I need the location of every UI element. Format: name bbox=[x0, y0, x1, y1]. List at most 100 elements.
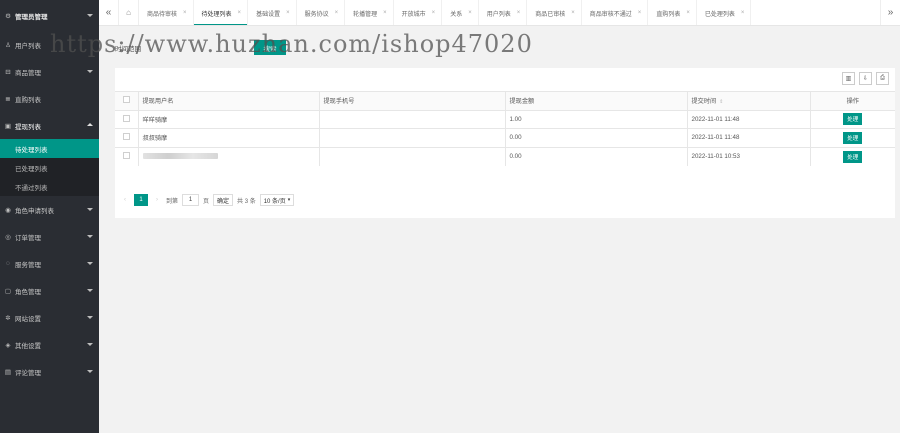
header-submit-time-label: 提交时间 bbox=[691, 98, 717, 106]
tab-9[interactable]: 商品审核不通过 × bbox=[582, 0, 649, 25]
check-circle-icon: ◉ bbox=[5, 206, 11, 214]
row-checkbox[interactable] bbox=[123, 152, 130, 159]
row-checkbox-cell bbox=[115, 109, 139, 129]
table-row: 叔叔骑摩 0.00 2022-11-01 11:48 处理 bbox=[115, 128, 895, 147]
print-icon[interactable]: ⎙ bbox=[876, 72, 889, 85]
sidebar-item-other-settings[interactable]: ◈ 其他设置 bbox=[0, 331, 99, 358]
table-row: 咩咩骑摩 1.00 2022-11-01 11:48 处理 bbox=[115, 109, 895, 129]
sidebar-item-comments[interactable]: ▤ 评论管理 bbox=[0, 358, 99, 385]
select-all-checkbox[interactable] bbox=[123, 96, 130, 104]
tab-label: 轮播管理 bbox=[353, 11, 378, 18]
gear-icon: ⚙ bbox=[5, 12, 11, 20]
cell-username: 咩咩骑摩 bbox=[138, 109, 320, 129]
sort-icon[interactable]: ⇕ bbox=[719, 99, 723, 105]
sidebar-subitem-pending[interactable]: 待处理列表 bbox=[0, 139, 99, 158]
prev-page-icon[interactable]: ‹ bbox=[120, 197, 130, 203]
tab-11[interactable]: 已处理列表 × bbox=[697, 0, 752, 25]
export-icon[interactable]: ⇩ bbox=[859, 72, 872, 85]
sidebar-subitem-rejected[interactable]: 不通过列表 bbox=[0, 177, 99, 196]
tab-4[interactable]: 轮播管理 × bbox=[345, 0, 394, 25]
cell-submit-time: 2022-11-01 11:48 bbox=[687, 109, 811, 129]
sidebar: ⚙ 管理员管理 ♙ 用户列表 ⊟ 商品管理 ≣ 直购列表 ▣ 提现列表 待处理列… bbox=[0, 0, 99, 433]
tab-label: 用户列表 bbox=[486, 11, 511, 18]
tabs: 商品待审核 × 待处理列表 × 基础设置 × 服务协议 × 轮播管理 × 开放城市 × 关系 × 用户列表 ×… bbox=[139, 0, 880, 25]
close-icon[interactable]: × bbox=[335, 10, 339, 16]
header-action: 操作 bbox=[810, 91, 895, 110]
cell-phone bbox=[319, 109, 506, 129]
tab-label: 服务协议 bbox=[304, 11, 329, 18]
header-amount: 提现金额 bbox=[505, 91, 688, 110]
scroll-left-icon[interactable]: « bbox=[99, 0, 119, 25]
process-button[interactable]: 处理 bbox=[843, 150, 863, 163]
tab-0[interactable]: 商品待审核 × bbox=[139, 0, 194, 25]
chevron-down-icon: ▾ bbox=[287, 197, 291, 203]
sidebar-item-label: 网站设置 bbox=[15, 315, 41, 323]
table-toolbar: ▥ ⇩ ⎙ bbox=[842, 72, 889, 85]
row-checkbox[interactable] bbox=[123, 133, 130, 141]
tab-10[interactable]: 直购列表 × bbox=[648, 0, 697, 25]
tab-2[interactable]: 基础设置 × bbox=[248, 0, 297, 25]
cart-icon: ⊟ bbox=[5, 68, 11, 76]
header-phone: 提现手机号 bbox=[319, 91, 506, 110]
process-button[interactable]: 处理 bbox=[843, 131, 863, 144]
sidebar-item-label: 用户列表 bbox=[15, 42, 41, 50]
comment-icon: ▤ bbox=[4, 368, 12, 376]
tab-label: 直购列表 bbox=[656, 11, 681, 18]
sidebar-item-withdraw[interactable]: ▣ 提现列表 bbox=[0, 112, 99, 139]
tab-1[interactable]: 待处理列表 × bbox=[193, 0, 249, 25]
sidebar-item-direct[interactable]: ≣ 直购列表 bbox=[0, 85, 99, 112]
row-checkbox[interactable] bbox=[123, 114, 130, 122]
close-icon[interactable]: × bbox=[286, 10, 290, 16]
close-icon[interactable]: × bbox=[383, 10, 387, 16]
chevron-down-icon bbox=[87, 208, 93, 211]
row-checkbox-cell bbox=[115, 146, 139, 166]
close-icon[interactable]: × bbox=[432, 10, 436, 16]
tab-8[interactable]: 商品已审核 × bbox=[527, 0, 582, 25]
sidebar-item-role-apply[interactable]: ◉ 角色申请列表 bbox=[0, 196, 99, 223]
cell-amount: 0.00 bbox=[505, 128, 688, 147]
sidebar-item-roles[interactable]: ▢ 角色管理 bbox=[0, 277, 99, 304]
tab-label: 关系 bbox=[450, 11, 463, 18]
close-icon[interactable]: × bbox=[468, 10, 472, 16]
sidebar-item-admin[interactable]: ⚙ 管理员管理 bbox=[0, 0, 99, 31]
filter-row: 时间范围 搜索 bbox=[115, 40, 286, 55]
close-icon[interactable]: × bbox=[183, 10, 187, 16]
tab-5[interactable]: 开放城市 × bbox=[394, 0, 443, 25]
columns-icon[interactable]: ▥ bbox=[842, 72, 855, 85]
select-all-cell bbox=[115, 91, 139, 110]
chevron-down-icon bbox=[87, 235, 93, 238]
target-icon: ◎ bbox=[5, 233, 11, 241]
home-icon[interactable]: ⌂ bbox=[119, 0, 139, 25]
scroll-right-icon[interactable]: » bbox=[880, 0, 900, 25]
cell-action: 处理 bbox=[810, 146, 895, 166]
cell-username: 叔叔骑摩 bbox=[138, 128, 320, 147]
close-icon[interactable]: × bbox=[638, 10, 642, 16]
tab-3[interactable]: 服务协议 × bbox=[297, 0, 346, 25]
sidebar-subitem-processed[interactable]: 已处理列表 bbox=[0, 158, 99, 177]
close-icon[interactable]: × bbox=[238, 10, 242, 16]
close-icon[interactable]: × bbox=[571, 10, 575, 16]
page-size-select[interactable]: 10 条/页 ▾ bbox=[259, 194, 295, 206]
sidebar-item-site-settings[interactable]: ✲ 网站设置 bbox=[0, 304, 99, 331]
tab-6[interactable]: 关系 × bbox=[442, 0, 479, 25]
date-range-input[interactable] bbox=[145, 41, 257, 54]
sidebar-item-goods[interactable]: ⊟ 商品管理 bbox=[0, 58, 99, 85]
process-button[interactable]: 处理 bbox=[843, 113, 863, 126]
confirm-button[interactable]: 确定 bbox=[213, 194, 234, 206]
close-icon[interactable]: × bbox=[686, 10, 690, 16]
cell-action: 处理 bbox=[810, 109, 895, 129]
next-page-icon[interactable]: › bbox=[152, 197, 162, 203]
close-icon[interactable]: × bbox=[741, 10, 745, 16]
page-input[interactable]: 1 bbox=[182, 194, 200, 206]
sidebar-item-users[interactable]: ♙ 用户列表 bbox=[0, 31, 99, 58]
sidebar-item-service[interactable]: ◌ 服务管理 bbox=[0, 250, 99, 277]
current-page[interactable]: 1 bbox=[134, 194, 148, 206]
goto-label: 到第 bbox=[166, 198, 179, 205]
table-header-row: 提现用户名 提现手机号 提现金额 提交时间 ⇕ 操作 bbox=[115, 91, 895, 110]
withdraw-table: 提现用户名 提现手机号 提现金额 提交时间 ⇕ 操作 咩咩骑摩 1.00 2022… bbox=[115, 91, 895, 166]
close-icon[interactable]: × bbox=[517, 10, 521, 16]
tab-7[interactable]: 用户列表 × bbox=[479, 0, 528, 25]
sidebar-item-orders[interactable]: ◎ 订单管理 bbox=[0, 223, 99, 250]
header-submit-time[interactable]: 提交时间 ⇕ bbox=[687, 91, 811, 110]
search-button[interactable]: 搜索 bbox=[254, 40, 286, 55]
